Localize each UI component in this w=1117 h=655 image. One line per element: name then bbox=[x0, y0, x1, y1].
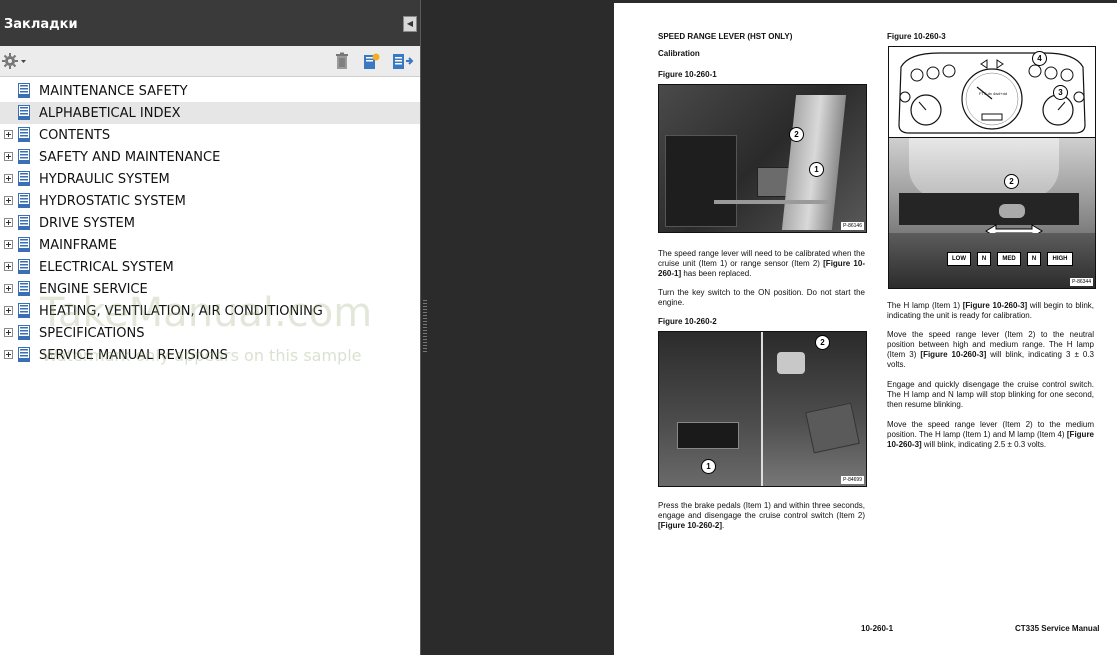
paragraph-6: Engage and quickly disengage the cruise … bbox=[887, 380, 1094, 409]
panel-title: Закладки bbox=[4, 17, 78, 32]
bookmark-label: ALPHABETICAL INDEX bbox=[39, 106, 181, 121]
watermark: TakeManual.com bbox=[40, 290, 373, 336]
bookmark-icon bbox=[18, 127, 30, 142]
callout-1: 1 bbox=[701, 459, 716, 474]
bookmark-icon bbox=[18, 215, 30, 230]
bookmark-item[interactable]: CONTENTS bbox=[0, 124, 420, 146]
bookmark-icon bbox=[18, 237, 30, 252]
bookmark-item[interactable]: DRIVE SYSTEM bbox=[0, 212, 420, 234]
bookmark-icon bbox=[18, 259, 30, 274]
figure-3-code: P-86344 bbox=[1070, 278, 1093, 286]
figure-1-title: Figure 10-260-1 bbox=[658, 70, 717, 79]
figure-2-code: P-84699 bbox=[841, 476, 864, 484]
expand-icon[interactable] bbox=[4, 152, 13, 161]
paragraph-5: Move the speed range lever (Item 2) to t… bbox=[887, 330, 1094, 369]
bookmark-item[interactable]: SAFETY AND MAINTENANCE bbox=[0, 146, 420, 168]
bookmark-item[interactable]: MAINFRAME bbox=[0, 234, 420, 256]
callout-1: 1 bbox=[809, 162, 824, 177]
mode-label-n: N bbox=[977, 252, 991, 266]
expand-icon[interactable] bbox=[4, 284, 13, 293]
paragraph-2: Turn the key switch to the ON position. … bbox=[658, 288, 865, 307]
bookmark-icon bbox=[18, 83, 30, 98]
callout-2: 2 bbox=[1004, 174, 1019, 189]
figure-1-code: P-86146 bbox=[841, 222, 864, 230]
section-subheading: Calibration bbox=[658, 49, 700, 58]
callout-4: 4 bbox=[1032, 51, 1047, 66]
expand-icon[interactable] bbox=[4, 130, 13, 139]
bookmark-icon bbox=[18, 281, 30, 296]
figure-2-title: Figure 10-260-2 bbox=[658, 317, 717, 326]
bookmarks-panel: Закладки ◀ MAINTENANCE SAFETY ALPHABETICA… bbox=[0, 0, 421, 655]
delete-bookmark-icon[interactable] bbox=[333, 52, 351, 70]
paragraph-4: The H lamp (Item 1) [Figure 10-260-3] wi… bbox=[887, 301, 1094, 320]
expand-icon[interactable] bbox=[4, 306, 13, 315]
bookmark-item[interactable]: MAINTENANCE SAFETY bbox=[0, 80, 420, 102]
figure-3-gauge-cluster: FTS dx 4wd+dd 4 3 bbox=[888, 46, 1096, 138]
bookmark-item[interactable]: ELECTRICAL SYSTEM bbox=[0, 256, 420, 278]
mode-label-n: N bbox=[1027, 252, 1041, 266]
expand-icon[interactable] bbox=[4, 218, 13, 227]
figure-1-photo: 2 1 P-86146 bbox=[658, 84, 867, 233]
bookmark-label: HYDRAULIC SYSTEM bbox=[39, 172, 170, 187]
section-heading: SPEED RANGE LEVER (HST ONLY) bbox=[658, 32, 793, 41]
bookmark-icon bbox=[18, 303, 30, 318]
paragraph-1: The speed range lever will need to be ca… bbox=[658, 249, 865, 278]
bookmark-item[interactable]: HYDRAULIC SYSTEM bbox=[0, 168, 420, 190]
expand-icon[interactable] bbox=[4, 262, 13, 271]
bookmark-icon bbox=[18, 105, 30, 120]
page-number: 10-260-1 bbox=[861, 624, 894, 633]
paragraph-3: Press the brake pedals (Item 1) and with… bbox=[658, 501, 865, 530]
gauge-text: FTS dx 4wd+dd bbox=[979, 91, 1008, 96]
expand-icon[interactable] bbox=[4, 196, 13, 205]
bookmarks-toolbar bbox=[0, 46, 420, 77]
bookmark-icon bbox=[18, 149, 30, 164]
bookmark-item[interactable]: HYDROSTATIC SYSTEM bbox=[0, 190, 420, 212]
bookmark-label: HYDROSTATIC SYSTEM bbox=[39, 194, 186, 209]
bookmark-label: SAFETY AND MAINTENANCE bbox=[39, 150, 221, 165]
callout-2: 2 bbox=[815, 335, 830, 350]
bookmark-icon bbox=[18, 193, 30, 208]
pane-splitter[interactable] bbox=[423, 300, 427, 352]
document-page: SPEED RANGE LEVER (HST ONLY) Calibration… bbox=[614, 3, 1117, 655]
expand-icon[interactable] bbox=[4, 328, 13, 337]
mode-label-high: HIGH bbox=[1047, 252, 1073, 266]
bookmark-icon bbox=[18, 171, 30, 186]
bookmark-label: DRIVE SYSTEM bbox=[39, 216, 135, 231]
expand-icon[interactable] bbox=[4, 240, 13, 249]
figure-3-title: Figure 10-260-3 bbox=[887, 32, 946, 41]
figure-2-photo: 1 2 P-84699 bbox=[658, 331, 867, 487]
mode-label-med: MED bbox=[997, 252, 1021, 266]
watermark-subtext: Watermark only appears on this sample bbox=[42, 346, 362, 365]
options-gear-icon[interactable] bbox=[2, 52, 26, 70]
figure-3-photo: 2 LOW N MED N HIGH P-86344 bbox=[888, 137, 1096, 289]
panel-header: Закладки ◀ bbox=[0, 0, 420, 46]
bookmark-icon bbox=[18, 347, 30, 362]
bookmark-icon bbox=[18, 325, 30, 340]
callout-2: 2 bbox=[789, 127, 804, 142]
bookmark-label: CONTENTS bbox=[39, 128, 111, 143]
callout-3: 3 bbox=[1053, 85, 1068, 100]
manual-name: CT335 Service Manual bbox=[1015, 624, 1100, 633]
bookmark-label: ELECTRICAL SYSTEM bbox=[39, 260, 174, 275]
expand-icon[interactable] bbox=[4, 350, 13, 359]
mode-label-low: LOW bbox=[947, 252, 971, 266]
bookmark-item[interactable]: ALPHABETICAL INDEX bbox=[0, 102, 420, 124]
paragraph-7: Move the speed range lever (Item 2) to t… bbox=[887, 420, 1094, 449]
new-bookmark-icon[interactable] bbox=[362, 52, 380, 70]
bookmark-label: MAINTENANCE SAFETY bbox=[39, 84, 188, 99]
expand-icon[interactable] bbox=[4, 174, 13, 183]
bookmark-label: MAINFRAME bbox=[39, 238, 117, 253]
expand-bookmark-icon[interactable] bbox=[392, 52, 414, 70]
collapse-panel-button[interactable]: ◀ bbox=[403, 16, 417, 32]
